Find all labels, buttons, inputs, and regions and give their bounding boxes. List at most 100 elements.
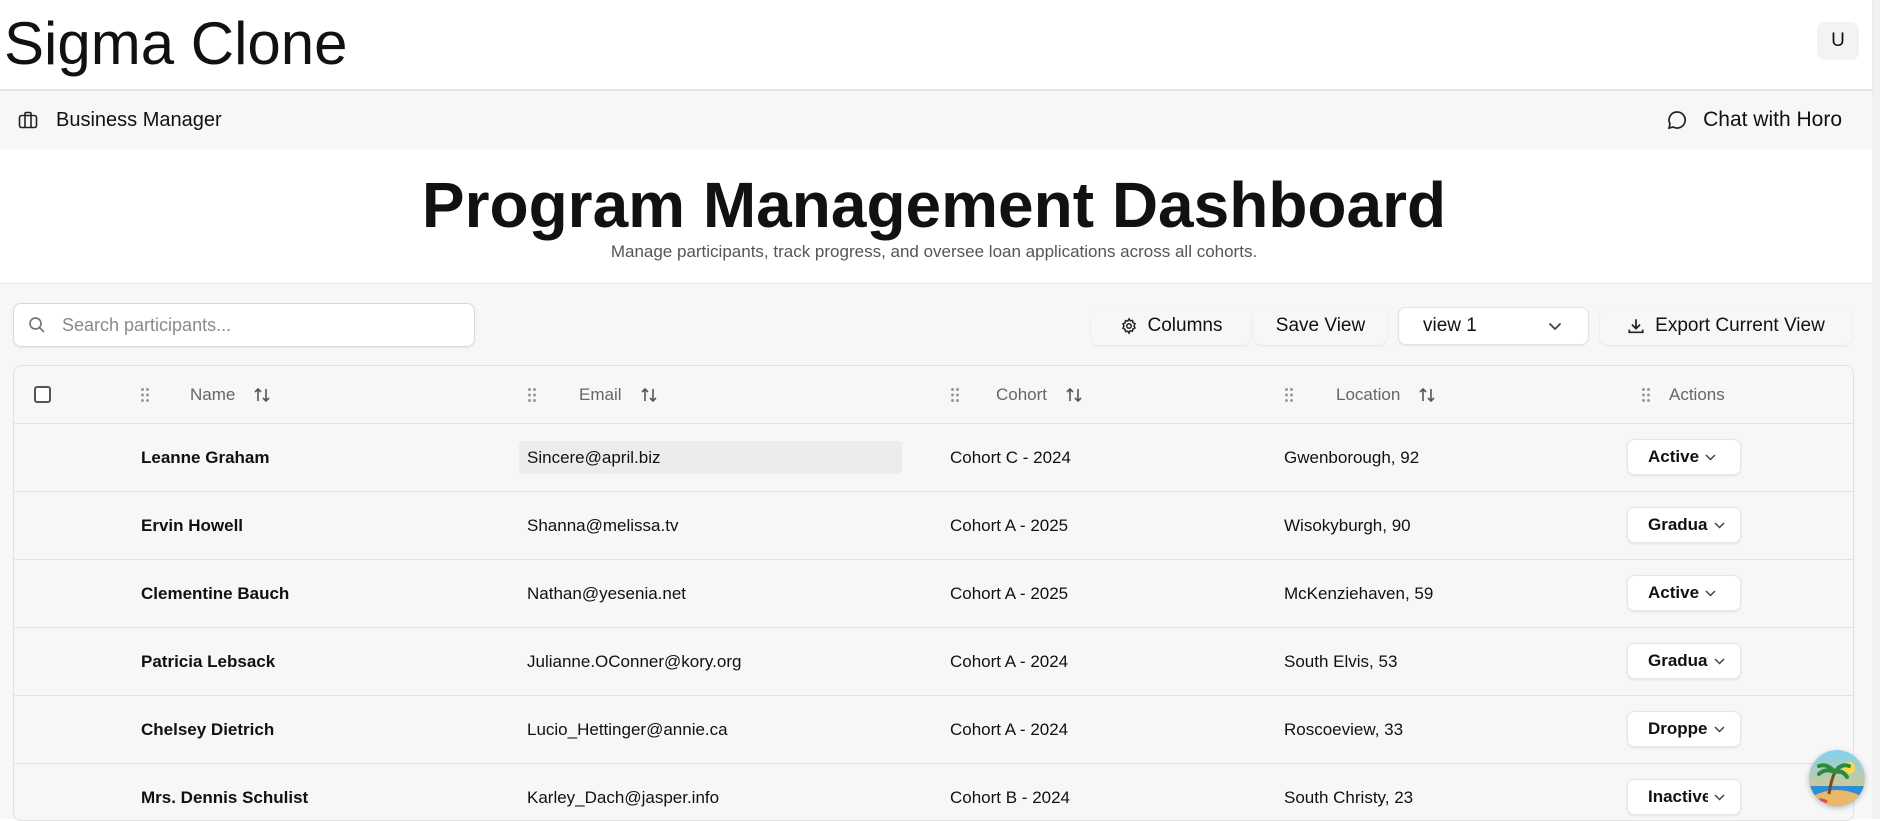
cell-name: Ervin Howell	[141, 515, 244, 535]
status-select[interactable]: Dropped	[1627, 711, 1741, 747]
cell-name: Mrs. Dennis Schulist	[141, 787, 309, 807]
table-row[interactable]: Clementine Bauch Nathan@yesenia.net Coho…	[14, 560, 1853, 628]
location-header-label: Location	[1336, 384, 1401, 404]
assistant-widget[interactable]	[1809, 750, 1865, 806]
status-select[interactable]: Graduated	[1627, 643, 1741, 679]
select-all-checkbox[interactable]	[34, 386, 51, 403]
business-manager-label: Business Manager	[56, 108, 222, 131]
status-select[interactable]: Inactive	[1627, 779, 1741, 815]
export-current-view-button[interactable]: Export Current View	[1600, 307, 1852, 345]
chat-with-horo-button[interactable]: Chat with Horo	[1647, 95, 1864, 145]
download-icon	[1628, 319, 1644, 334]
cell-email[interactable]: Julianne.OConner@kory.org	[527, 628, 741, 695]
drag-handle-icon[interactable]	[527, 387, 537, 403]
status-value: Graduated	[1648, 651, 1708, 670]
table-row[interactable]: Chelsey Dietrich Lucio_Hettinger@annie.c…	[14, 696, 1853, 764]
table-row[interactable]: Ervin Howell Shanna@melissa.tv Cohort A …	[14, 492, 1853, 560]
columns-label: Columns	[1147, 315, 1223, 336]
table-header: Name Email Cohort Location Actions	[14, 366, 1853, 424]
cell-name: Chelsey Dietrich	[141, 719, 275, 739]
chevron-down-icon	[1705, 453, 1716, 461]
cell-email[interactable]: Lucio_Hettinger@annie.ca	[527, 696, 728, 763]
status-select[interactable]: Active	[1627, 439, 1741, 475]
business-manager-button[interactable]: Business Manager	[4, 95, 248, 145]
chevron-down-icon	[1714, 521, 1725, 529]
chevron-down-icon	[1548, 322, 1562, 330]
sort-arrows-icon[interactable]	[1065, 386, 1083, 404]
table-row[interactable]: Patricia Lebsack Julianne.OConner@kory.o…	[14, 628, 1853, 696]
participants-table: Name Email Cohort Location Actions Leann…	[13, 365, 1854, 821]
beach-avatar-icon	[1809, 750, 1865, 806]
cell-email[interactable]: Nathan@yesenia.net	[527, 560, 686, 627]
app-title: Sigma Clone	[4, 10, 348, 77]
cell-location: Wisokyburgh, 90	[1284, 515, 1411, 535]
chevron-down-icon	[1714, 657, 1725, 665]
actions-header-label: Actions	[1669, 384, 1725, 404]
chevron-down-icon	[1714, 793, 1725, 801]
briefcase-icon	[18, 111, 38, 129]
cell-cohort: Cohort A - 2025	[950, 583, 1069, 603]
cell-name: Clementine Bauch	[141, 583, 290, 603]
sort-arrows-icon[interactable]	[640, 386, 658, 404]
email-value[interactable]: Sincere@april.biz	[519, 441, 902, 474]
sub-navbar: Business Manager Chat with Horo	[0, 91, 1872, 149]
drag-handle-icon[interactable]	[140, 387, 150, 403]
search-box[interactable]	[13, 303, 475, 347]
cell-email[interactable]: Shanna@melissa.tv	[527, 492, 678, 559]
cell-email[interactable]: Karley_Dach@jasper.info	[527, 764, 719, 820]
cell-location: Roscoeview, 33	[1284, 719, 1404, 739]
cell-name: Leanne Graham	[141, 447, 270, 467]
cell-cohort: Cohort C - 2024	[950, 447, 1071, 467]
column-header-email[interactable]: Email	[527, 366, 658, 423]
cell-cohort: Cohort B - 2024	[950, 787, 1071, 807]
drag-handle-icon[interactable]	[1284, 387, 1294, 403]
sort-arrows-icon[interactable]	[1418, 386, 1436, 404]
cohort-header-label: Cohort	[996, 384, 1048, 404]
column-header-name[interactable]: Name	[140, 366, 271, 423]
drag-handle-icon[interactable]	[1641, 387, 1651, 403]
status-select[interactable]: Active	[1627, 575, 1741, 611]
cell-location: McKenziehaven, 59	[1284, 583, 1434, 603]
page-title: Program Management Dashboard	[421, 169, 1447, 241]
cell-location: South Christy, 23	[1284, 787, 1414, 807]
cell-cohort: Cohort A - 2024	[950, 719, 1069, 739]
save-view-label: Save View	[1275, 315, 1366, 336]
user-avatar[interactable]: U	[1817, 22, 1859, 60]
page-subtitle: Manage participants, track progress, and…	[610, 242, 1258, 261]
page-scrollbar[interactable]	[1872, 0, 1880, 819]
status-value: Active	[1648, 447, 1700, 466]
view-select[interactable]: view 1	[1398, 307, 1589, 345]
chat-bubble-icon	[1667, 111, 1687, 130]
cell-cohort: Cohort A - 2024	[950, 651, 1069, 671]
column-header-cohort[interactable]: Cohort	[950, 366, 1083, 423]
status-value: Active	[1648, 583, 1700, 602]
search-icon	[29, 317, 45, 333]
app-header: Sigma Clone U	[0, 0, 1872, 91]
column-header-actions: Actions	[1641, 366, 1725, 423]
name-header-label: Name	[190, 384, 236, 404]
cell-location: Gwenborough, 92	[1284, 447, 1420, 467]
email-header-label: Email	[579, 384, 622, 404]
status-value: Graduated	[1648, 515, 1708, 534]
status-select[interactable]: Graduated	[1627, 507, 1741, 543]
view-select-value: view 1	[1423, 315, 1477, 336]
chevron-down-icon	[1705, 589, 1716, 597]
table-row[interactable]: Mrs. Dennis Schulist Karley_Dach@jasper.…	[14, 764, 1853, 820]
status-value: Inactive	[1648, 787, 1708, 806]
save-view-button[interactable]: Save View	[1254, 307, 1387, 345]
cell-location: South Elvis, 53	[1284, 651, 1398, 671]
export-label: Export Current View	[1655, 315, 1825, 336]
table-row[interactable]: Leanne Graham Sincere@april.biz Cohort C…	[14, 424, 1853, 492]
chat-label: Chat with Horo	[1703, 108, 1842, 131]
cell-email: Sincere@april.biz	[519, 424, 902, 491]
chevron-down-icon	[1714, 725, 1725, 733]
cell-name: Patricia Lebsack	[141, 651, 276, 671]
gear-icon	[1121, 317, 1136, 335]
drag-handle-icon[interactable]	[950, 387, 960, 403]
sort-arrows-icon[interactable]	[253, 386, 271, 404]
search-input[interactable]	[60, 313, 444, 337]
columns-button[interactable]: Columns	[1091, 307, 1251, 345]
column-header-location[interactable]: Location	[1284, 366, 1436, 423]
cell-cohort: Cohort A - 2025	[950, 515, 1069, 535]
status-value: Dropped	[1648, 719, 1708, 738]
